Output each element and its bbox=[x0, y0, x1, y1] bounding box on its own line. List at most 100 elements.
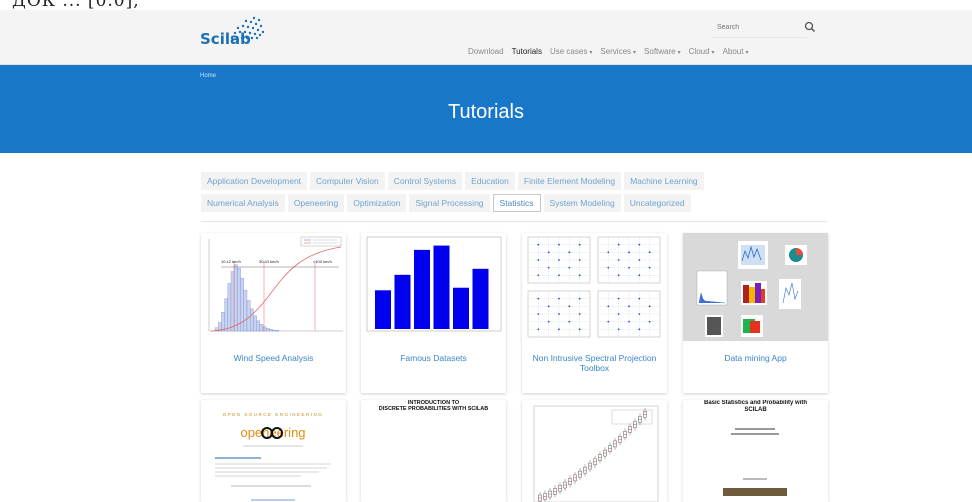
sample-point bbox=[558, 297, 560, 300]
histogram-bin bbox=[250, 308, 254, 332]
histogram-bin bbox=[269, 329, 273, 332]
sample-point bbox=[648, 266, 651, 269]
caret-down-icon: ▾ bbox=[745, 50, 749, 56]
data-mining-thumbnail bbox=[683, 233, 828, 341]
top-fragment: ДОК ... [0.0], bbox=[0, 0, 972, 10]
sample-point bbox=[638, 243, 641, 246]
sample-point bbox=[547, 320, 550, 323]
histogram-bin bbox=[230, 271, 235, 332]
histogram-bin bbox=[243, 290, 248, 332]
card-title[interactable]: Famous Datasets bbox=[367, 353, 500, 363]
sample-point bbox=[617, 259, 620, 261]
sample-point bbox=[648, 320, 651, 323]
histogram-bin bbox=[266, 328, 270, 332]
boxplot-thumbnail bbox=[522, 400, 667, 502]
bar bbox=[414, 249, 430, 329]
sample-point bbox=[617, 243, 620, 246]
category-filter: Application Development Computer Vision … bbox=[201, 172, 781, 216]
histogram-bin bbox=[246, 300, 251, 332]
category-uncategorized[interactable]: Uncategorized bbox=[623, 194, 691, 212]
card-title[interactable]: Wind Speed Analysis bbox=[207, 353, 340, 363]
sample-point bbox=[617, 328, 620, 331]
sample-point bbox=[558, 328, 560, 331]
sample-point bbox=[568, 305, 571, 308]
card-title[interactable]: Data mining App bbox=[689, 353, 822, 363]
histogram-bin bbox=[237, 267, 241, 332]
sample-point bbox=[607, 251, 610, 254]
caret-down-icon: ▾ bbox=[589, 50, 593, 56]
sample-point bbox=[558, 243, 560, 246]
sample-point bbox=[578, 313, 581, 315]
bar bbox=[375, 290, 391, 329]
category-openeering[interactable]: Openeering bbox=[287, 194, 345, 212]
nav-download-label: Download bbox=[468, 47, 504, 56]
category-computer-vision[interactable]: Computer Vision bbox=[310, 172, 385, 190]
breadcrumb-home[interactable]: Home bbox=[200, 73, 216, 79]
sample-point bbox=[638, 259, 641, 261]
category-optimization[interactable]: Optimization bbox=[347, 194, 407, 212]
sample-point bbox=[537, 243, 540, 246]
sample-point bbox=[607, 266, 610, 269]
category-row: Numerical Analysis Openeering Optimizati… bbox=[201, 194, 781, 212]
category-control-systems[interactable]: Control Systems bbox=[387, 172, 463, 190]
histogram-bin bbox=[262, 326, 267, 332]
category-education[interactable]: Education bbox=[465, 172, 515, 190]
wind-label-3: <100 km/h bbox=[313, 259, 332, 264]
sample-point bbox=[578, 243, 581, 246]
card-openeering-doc[interactable]: OPEN SOURCE ENGINEERING openeering bbox=[201, 400, 346, 502]
histogram-bin bbox=[272, 330, 276, 332]
category-application-development[interactable]: Application Development bbox=[201, 172, 308, 190]
card-wind-speed-analysis[interactable]: 10.12 km/h 30.43 km/h <100 km/h Wind Spe… bbox=[201, 233, 346, 393]
nav-software-label: Software bbox=[644, 47, 676, 56]
card-boxplot[interactable] bbox=[522, 400, 667, 502]
wind-label-1: 10.12 km/h bbox=[221, 259, 241, 264]
category-numerical-analysis[interactable]: Numerical Analysis bbox=[201, 194, 285, 212]
category-finite-element-modeling[interactable]: Finite Element Modeling bbox=[517, 172, 622, 190]
caret-down-icon: ▾ bbox=[677, 50, 681, 56]
sample-point bbox=[617, 313, 620, 315]
nisp-thumbnail bbox=[522, 233, 667, 341]
discrete-prob-thumbnail: INTRODUCTION TO DISCRETE PROBABILITIES W… bbox=[361, 400, 506, 502]
card-title[interactable]: Non Intrusive Spectral Projection Toolbo… bbox=[528, 353, 661, 373]
card-famous-datasets[interactable]: Famous Datasets bbox=[361, 233, 506, 393]
sample-point bbox=[578, 274, 581, 277]
search-icon[interactable] bbox=[804, 21, 816, 33]
sample-point bbox=[558, 313, 560, 315]
scilab-logo[interactable]: Scilab bbox=[200, 16, 270, 56]
histogram-bin bbox=[275, 330, 280, 332]
sample-point bbox=[607, 320, 610, 323]
card-basic-statistics[interactable]: Basic Statistics and Probability with SC… bbox=[683, 400, 828, 502]
card-discrete-probabilities[interactable]: INTRODUCTION TO DISCRETE PROBABILITIES W… bbox=[361, 400, 506, 502]
card-nisp-toolbox[interactable]: Non Intrusive Spectral Projection Toolbo… bbox=[522, 233, 667, 393]
sample-point bbox=[628, 320, 630, 323]
nav-about[interactable]: About ▾ bbox=[719, 47, 753, 56]
category-statistics[interactable]: Statistics bbox=[492, 194, 541, 212]
sample-point bbox=[628, 266, 630, 269]
nav-services-label: Services bbox=[600, 47, 632, 56]
sample-point bbox=[648, 305, 651, 308]
nav-cloud[interactable]: Cloud ▾ bbox=[685, 47, 719, 56]
category-machine-learning[interactable]: Machine Learning bbox=[624, 172, 704, 190]
search-input[interactable] bbox=[711, 18, 801, 36]
nav-use-cases[interactable]: Use cases ▾ bbox=[546, 47, 596, 56]
sample-point bbox=[547, 266, 550, 269]
category-signal-processing[interactable]: Signal Processing bbox=[409, 194, 490, 212]
sample-point bbox=[558, 274, 560, 277]
sample-point bbox=[617, 297, 620, 300]
category-system-modeling[interactable]: System Modeling bbox=[543, 194, 621, 212]
nav-tutorials[interactable]: Tutorials bbox=[508, 47, 546, 56]
bar bbox=[472, 268, 489, 329]
sample-point bbox=[638, 328, 641, 331]
sample-point bbox=[537, 297, 540, 300]
nav-software[interactable]: Software ▾ bbox=[640, 47, 685, 56]
category-divider bbox=[201, 221, 827, 222]
nav-services[interactable]: Services ▾ bbox=[596, 47, 640, 56]
bar bbox=[453, 287, 469, 329]
bar bbox=[394, 274, 411, 329]
caret-down-icon: ▾ bbox=[633, 50, 637, 56]
nav-download[interactable]: Download bbox=[464, 47, 508, 56]
doc-title: Basic Statistics and Probability with SC… bbox=[703, 400, 808, 413]
sample-point bbox=[537, 259, 540, 261]
card-data-mining-app[interactable]: Data mining App bbox=[683, 233, 828, 393]
basic-stats-thumbnail: Basic Statistics and Probability with SC… bbox=[683, 400, 828, 502]
